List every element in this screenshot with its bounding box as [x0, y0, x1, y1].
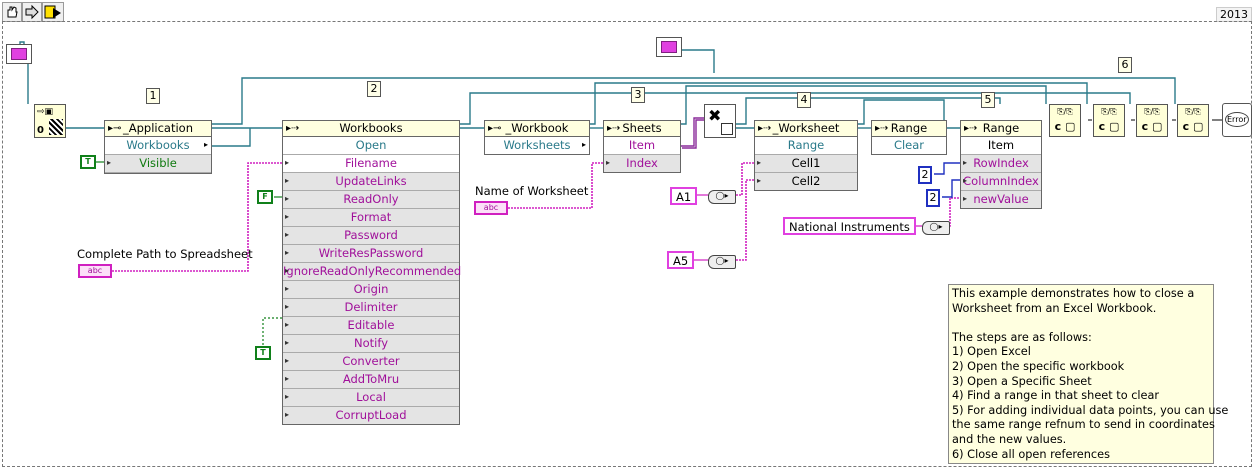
node-row[interactable]: ▸ Editable [283, 317, 459, 335]
node-row[interactable]: ▸ CorruptLoad [283, 407, 459, 424]
invoke-node-icon: ▸⇢ [758, 123, 772, 134]
variant-to-data-node[interactable]: ✖ [704, 104, 736, 138]
node-row[interactable]: ▸ Filename [283, 155, 459, 173]
close-reference-node[interactable]: ⎘/⎘ c ▢ [1177, 104, 1209, 137]
node-row[interactable]: Item [604, 137, 680, 155]
workbooks-invoke-node[interactable]: ▸⇢ Workbooks Open ▸ Filename ▸ UpdateLinks … [282, 120, 461, 425]
property-node-icon: ▸⊸ [488, 123, 502, 134]
node-row[interactable]: ▸ Format [283, 209, 459, 227]
boolean-true-constant[interactable]: T [80, 155, 96, 169]
node-row[interactable]: ▸ newValue [961, 191, 1041, 208]
automation-open-node[interactable]: ⇨▣ 0 [34, 104, 66, 138]
node-row[interactable]: Item [961, 137, 1041, 155]
invoke-node-icon: ▸⇢ [607, 123, 621, 134]
node-row[interactable]: Open [283, 137, 459, 155]
boolean-true-constant[interactable]: T [255, 346, 271, 360]
workbook-property-node[interactable]: ▸⊸ _Workbook Worksheets ▸ [484, 120, 590, 155]
node-row[interactable]: ▸ Notify [283, 335, 459, 353]
application-property-node[interactable]: ▸⊸ _Application Workbooks ▸ ▸ Visible [104, 120, 212, 174]
description-comment: This example demonstrates how to close a… [948, 284, 1228, 464]
node-row[interactable]: Clear [872, 137, 946, 154]
invoke-node-icon: ▸⇢ [875, 123, 889, 134]
sheets-invoke-node[interactable]: ▸⇢ Sheets Item ▸ Index [603, 120, 681, 173]
cell2-string-constant[interactable]: A5 [667, 251, 695, 269]
node-row[interactable]: ▸ WriteResPassword [283, 245, 459, 263]
step-label-1: 1 [146, 88, 160, 104]
node-row[interactable]: ▸ Cell2 [755, 173, 857, 190]
step-label-6: 6 [1118, 57, 1132, 73]
invoke-node-icon: ▸⇢ [286, 123, 300, 134]
step-label-5: 5 [981, 92, 995, 108]
node-row[interactable]: ▸ Visible [105, 155, 211, 173]
to-variant-icon: ◯▸ [708, 190, 736, 204]
boolean-false-constant[interactable]: F [257, 190, 273, 204]
step-label-4: 4 [797, 92, 811, 108]
node-row[interactable]: ▸ AddToMru [283, 371, 459, 389]
node-row[interactable]: ▸ Local [283, 389, 459, 407]
node-header: _Application [122, 121, 193, 135]
close-reference-node[interactable]: ⎘/⎘ c ▢ [1049, 104, 1081, 137]
pattern-icon [49, 119, 63, 135]
node-row[interactable]: Range [755, 137, 857, 155]
step-label-2: 2 [367, 81, 381, 97]
reference-constant-icon[interactable] [6, 44, 32, 64]
error-handler-node[interactable]: Error [1222, 103, 1252, 137]
to-variant-icon: ◯▸ [708, 255, 736, 269]
node-row[interactable]: ▸ UpdateLinks [283, 173, 459, 191]
column-index-constant[interactable]: 2 [926, 189, 940, 207]
row-index-constant[interactable]: 2 [918, 166, 932, 184]
range-item-invoke-node[interactable]: ▸⇢ Range Item ▸ RowIndex ▸ ColumnIndex ▸ new… [960, 120, 1042, 209]
node-row[interactable]: ▸ Index [604, 155, 680, 172]
node-row[interactable]: Worksheets ▸ [485, 137, 589, 154]
step-label-3: 3 [631, 87, 645, 103]
reference-constant-icon[interactable] [656, 37, 682, 57]
path-control[interactable]: abc [78, 264, 112, 278]
value-string-constant[interactable]: National Instruments [783, 217, 916, 235]
node-row[interactable]: ▸ Converter [283, 353, 459, 371]
node-row[interactable]: ▸ ColumnIndex [961, 173, 1041, 191]
node-row[interactable]: ▸ Origin [283, 281, 459, 299]
node-row[interactable]: ▸ RowIndex [961, 155, 1041, 173]
worksheet-name-control[interactable]: abc [474, 201, 508, 215]
path-control-label: Complete Path to Spreadsheet [77, 247, 253, 261]
node-row[interactable]: ▸ IgnoreReadOnlyRecommended [283, 263, 461, 281]
error-icon: Error [1225, 112, 1249, 127]
node-row[interactable]: Workbooks ▸ [105, 137, 211, 155]
zero-icon: 0 [37, 125, 44, 136]
node-row[interactable]: ▸ Cell1 [755, 155, 857, 173]
tools-icon: ✖ [708, 106, 722, 125]
range-clear-invoke-node[interactable]: ▸⇢ Range Clear [871, 120, 947, 155]
close-reference-node[interactable]: ⎘/⎘ c ▢ [1136, 104, 1168, 137]
node-row[interactable]: ▸ ReadOnly [283, 191, 459, 209]
node-row[interactable]: ▸ Password [283, 227, 459, 245]
node-row[interactable]: ▸ Delimiter [283, 299, 459, 317]
property-node-icon: ▸⊸ [108, 123, 122, 134]
invoke-node-icon: ▸⇢ [964, 123, 978, 134]
worksheet-name-label: Name of Worksheet [475, 184, 589, 198]
close-reference-node[interactable]: ⎘/⎘ c ▢ [1093, 104, 1125, 137]
worksheet-invoke-node[interactable]: ▸⇢ _Worksheet Range ▸ Cell1 ▸ Cell2 [754, 120, 858, 191]
class-icon [721, 123, 733, 135]
to-variant-icon: ◯▸ [922, 221, 950, 235]
cell1-string-constant[interactable]: A1 [670, 187, 698, 205]
